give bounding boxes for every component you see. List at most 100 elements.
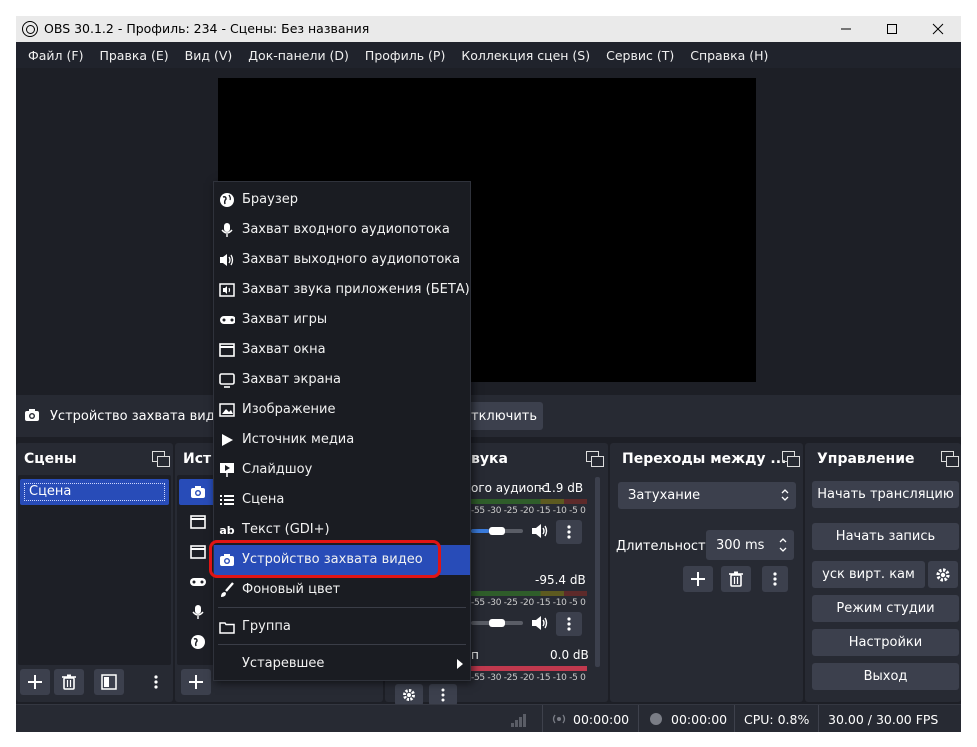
window-title: OBS 30.1.2 - Профиль: 234 - Сцены: Без н…	[44, 21, 370, 36]
menu-item-window-capture[interactable]: Захват окна	[214, 335, 470, 365]
virtual-camera-settings-button[interactable]	[928, 561, 958, 588]
list-icon	[219, 492, 235, 508]
preview-area	[16, 68, 961, 392]
menu-item-audio-output-capture[interactable]: Захват выходного аудиопотока	[214, 245, 470, 275]
mixer-channel-2-meter	[471, 591, 587, 596]
menu-item-label: Устаревшее	[242, 656, 325, 671]
speaker-icon[interactable]	[531, 615, 549, 635]
float-dock-icon[interactable]	[941, 451, 959, 467]
obs-logo-icon	[22, 21, 38, 37]
kebab-icon	[567, 617, 571, 631]
remove-scene-button[interactable]	[54, 669, 84, 695]
menu-edit[interactable]: Правка (E)	[91, 48, 176, 63]
kebab-icon	[154, 675, 158, 689]
updown-chevron-icon	[781, 489, 789, 501]
mixer-channel-2-menu-button[interactable]	[556, 612, 582, 636]
start-streaming-button[interactable]: Начать трансляцию	[812, 481, 959, 508]
float-dock-icon[interactable]	[782, 451, 800, 467]
studio-mode-button[interactable]: Режим студии	[812, 595, 959, 622]
menu-item-label: Захват экрана	[242, 372, 341, 387]
menu-scene-collection[interactable]: Коллекция сцен (S)	[453, 48, 598, 63]
menu-item-label: Слайдшоу	[242, 462, 313, 477]
remove-transition-button[interactable]	[721, 566, 751, 592]
window-icon	[219, 342, 235, 358]
menu-item-scene[interactable]: Сцена	[214, 485, 470, 515]
menu-profile[interactable]: Профиль (P)	[357, 48, 453, 63]
add-transition-button[interactable]	[683, 566, 713, 592]
scene-more-button[interactable]	[146, 669, 166, 695]
menu-docks[interactable]: Док-панели (D)	[240, 48, 357, 63]
float-dock-icon[interactable]	[152, 451, 170, 467]
mixer-menu-button[interactable]	[429, 684, 457, 706]
mixer-channel-1-db: -1.9 dB	[540, 481, 584, 495]
mixer-channel-3-meter	[471, 666, 587, 671]
mixer-channel-1-menu-button[interactable]	[556, 520, 582, 544]
mixer-channel-1-volume-knob[interactable]	[489, 527, 505, 535]
mixer-scale: -55 -30 -25 -20 -15 -10 -5 0	[471, 598, 586, 608]
add-source-context-menu: Браузер Захват входного аудиопотока Захв…	[213, 181, 471, 681]
menu-file[interactable]: Файл (F)	[20, 48, 91, 63]
microphone-icon	[219, 222, 235, 238]
menu-item-browser[interactable]: Браузер	[214, 185, 470, 215]
menu-item-color-source[interactable]: Фоновый цвет	[214, 575, 470, 605]
menu-item-group[interactable]: Группа	[214, 612, 470, 642]
transition-menu-button[interactable]	[762, 566, 788, 592]
float-dock-icon[interactable]	[586, 451, 604, 467]
menu-item-application-audio-capture[interactable]: Захват звука приложения (БЕТА)	[214, 275, 470, 305]
start-recording-button[interactable]: Начать запись	[812, 523, 959, 550]
minimize-icon	[841, 28, 851, 30]
transition-select[interactable]: Затухание	[618, 482, 796, 509]
controls-dock: Управление Начать трансляцию Начать запи…	[805, 443, 961, 702]
menu-item-display-capture[interactable]: Захват экрана	[214, 365, 470, 395]
menu-item-deprecated[interactable]: Устаревшее	[214, 649, 470, 679]
close-button[interactable]	[915, 16, 961, 42]
mixer-settings-button[interactable]	[395, 684, 423, 706]
menu-item-label: Захват входного аудиопотока	[242, 222, 450, 237]
menu-tools[interactable]: Сервис (T)	[598, 48, 682, 63]
kebab-icon	[441, 688, 445, 702]
menu-item-label: Захват окна	[242, 342, 326, 357]
brush-icon	[219, 582, 235, 598]
gamepad-icon	[219, 312, 235, 328]
signal-bars-icon	[510, 713, 528, 731]
maximize-button[interactable]	[869, 16, 915, 42]
window-icon	[187, 511, 209, 533]
mixer-channel-2-volume-knob[interactable]	[489, 619, 505, 627]
updown-chevron-icon	[779, 538, 787, 552]
menu-item-audio-input-capture[interactable]: Захват входного аудиопотока	[214, 215, 470, 245]
scene-item-label: Сцена	[24, 483, 165, 501]
scene-item[interactable]: Сцена	[20, 479, 169, 505]
mixer-scale: -55 -30 -25 -20 -15 -10 -5 0	[471, 506, 586, 516]
minimize-button[interactable]	[823, 16, 869, 42]
speaker-icon[interactable]	[531, 523, 549, 543]
plus-icon	[189, 675, 203, 689]
play-icon	[219, 432, 235, 448]
mixer-scrollbar[interactable]	[595, 477, 600, 667]
menu-item-slideshow[interactable]: Слайдшоу	[214, 455, 470, 485]
add-source-button[interactable]	[181, 669, 211, 695]
menu-help[interactable]: Справка (H)	[682, 48, 776, 63]
menu-item-label: Источник медиа	[242, 432, 355, 447]
add-scene-button[interactable]	[20, 669, 50, 695]
deactivate-button[interactable]: тключить	[461, 402, 543, 430]
mixer-channel-3-name: п	[471, 648, 479, 662]
menu-item-media-source[interactable]: Источник медиа	[214, 425, 470, 455]
menu-item-label: Группа	[242, 619, 291, 634]
record-icon	[650, 713, 662, 725]
image-icon	[219, 402, 235, 418]
start-virtual-camera-button[interactable]: уск вирт. кам	[812, 561, 925, 588]
scenes-title: Сцены	[24, 451, 77, 467]
settings-button[interactable]: Настройки	[812, 629, 959, 656]
selected-source-label: Устройство захвата видео	[50, 409, 231, 424]
menu-view[interactable]: Вид (V)	[177, 48, 241, 63]
maximize-icon	[887, 24, 897, 34]
menu-item-label: Захват звука приложения (БЕТА)	[242, 282, 470, 297]
menu-item-label: Браузер	[242, 192, 298, 207]
menu-item-game-capture[interactable]: Захват игры	[214, 305, 470, 335]
duration-spinbox[interactable]: 300 ms	[706, 530, 794, 560]
exit-button[interactable]: Выход	[812, 663, 959, 690]
menu-item-image[interactable]: Изображение	[214, 395, 470, 425]
microphone-icon	[187, 601, 209, 623]
scene-filters-button[interactable]	[94, 669, 124, 695]
title-bar: OBS 30.1.2 - Профиль: 234 - Сцены: Без н…	[16, 16, 961, 42]
